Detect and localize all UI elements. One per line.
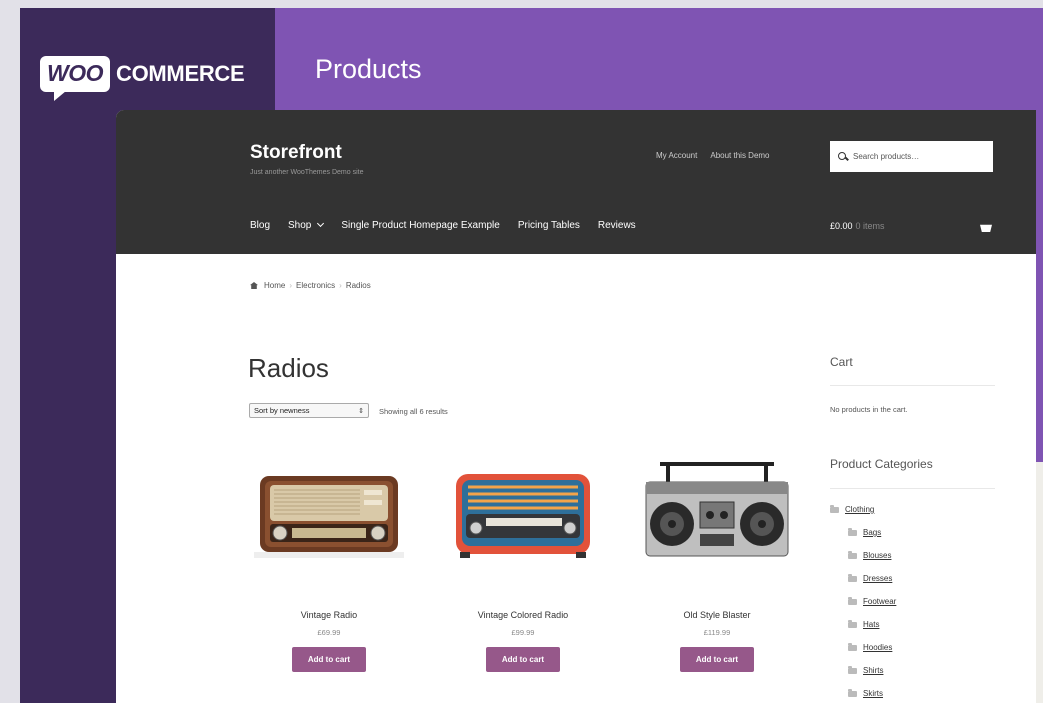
product-image-vintage-colored-radio[interactable] [442,452,604,582]
search-placeholder: Search products… [853,152,920,161]
product-card: Old Style Blaster £119.99 Add to cart [636,452,798,672]
cart-amount: £0.00 [830,221,853,231]
secondary-nav: My Account About this Demo [656,151,770,160]
category-label: Footwear [863,597,897,606]
folder-icon [848,688,857,697]
side-edge [1036,462,1043,703]
nav-my-account[interactable]: My Account [656,151,697,160]
storefront-window: Storefront Just another WooThemes Demo s… [116,110,1036,703]
product-price: £69.99 [317,628,341,637]
category-label: Hats [863,620,880,629]
product-card: Vintage Radio £69.99 Add to cart [248,452,410,672]
category-label: Blouses [863,551,892,560]
breadcrumb-radios: Radios [345,281,371,290]
category-label: Dresses [863,574,893,583]
categories-widget-title: Product Categories [830,457,933,471]
nav-single-product[interactable]: Single Product Homepage Example [341,220,499,231]
nav-shop-label: Shop [288,220,312,231]
category-label: Bags [863,528,882,537]
logo-commerce: COMMERCE [116,61,245,86]
sort-select[interactable]: Sort by newness ⇕ [249,403,369,418]
folder-icon [848,573,857,582]
logo-woo: WOO [40,56,110,101]
site-header: Storefront Just another WooThemes Demo s… [116,110,1036,254]
folder-icon [830,504,839,513]
category-label: Hoodies [863,643,893,652]
folder-icon [848,665,857,674]
cart-widget-title: Cart [830,355,853,369]
category-label: Skirts [863,689,883,698]
product-price: £119.99 [703,628,731,637]
page-title: Products [315,54,422,84]
folder-icon [848,550,857,559]
category-link-footwear[interactable]: Footwear [848,596,897,606]
cart-empty-message: No products in the cart. [830,405,908,414]
product-name[interactable]: Vintage Colored Radio [442,610,604,620]
category-link-hoodies[interactable]: Hoodies [848,642,893,652]
main-nav: Blog Shop Single Product Homepage Exampl… [250,219,636,231]
folder-icon [848,619,857,628]
add-to-cart-button[interactable]: Add to cart [292,647,366,672]
woocommerce-logo: WOO COMMERCE [40,54,250,101]
basket-icon[interactable] [980,224,992,232]
result-count: Showing all 6 results [379,407,448,416]
site-tagline: Just another WooThemes Demo site [250,169,364,176]
category-link-blouses[interactable]: Blouses [848,550,892,560]
divider [830,488,995,489]
search-input[interactable]: Search products… [830,141,993,172]
category-link-bags[interactable]: Bags [848,527,882,537]
category-label: Shirts [863,666,884,675]
product-name[interactable]: Vintage Radio [248,610,410,620]
category-heading: Radios [248,353,329,383]
folder-icon [848,642,857,651]
folder-icon [848,527,857,536]
add-to-cart-button[interactable]: Add to cart [680,647,754,672]
home-icon [250,282,258,289]
sort-selected: Sort by newness [254,406,310,415]
product-image-old-style-blaster[interactable] [636,452,798,582]
category-link-shirts[interactable]: Shirts [848,665,884,675]
breadcrumb: Home › Electronics › Radios [250,281,371,290]
product-price: £99.99 [511,628,535,637]
breadcrumb-separator: › [339,281,342,290]
site-title[interactable]: Storefront [250,142,342,164]
category-link-skirts[interactable]: Skirts [848,688,883,698]
nav-about-demo[interactable]: About this Demo [710,151,769,160]
folder-icon [848,596,857,605]
breadcrumb-home[interactable]: Home [264,281,285,290]
category-link-hats[interactable]: Hats [848,619,880,629]
cart-items: 0 items [855,221,885,231]
breadcrumb-electronics[interactable]: Electronics [296,281,335,290]
nav-reviews[interactable]: Reviews [598,220,636,231]
select-arrows-icon: ⇕ [358,407,364,415]
product-name[interactable]: Old Style Blaster [636,610,798,620]
nav-shop[interactable]: Shop [288,219,325,231]
nav-blog[interactable]: Blog [250,220,270,231]
category-link-dresses[interactable]: Dresses [848,573,893,583]
divider [830,385,995,386]
category-link-clothing[interactable]: Clothing [830,504,875,514]
product-image-vintage-radio[interactable] [248,452,410,582]
category-label: Clothing [845,505,875,514]
breadcrumb-separator: › [289,281,293,290]
search-icon [838,151,848,162]
nav-pricing-tables[interactable]: Pricing Tables [518,220,580,231]
add-to-cart-button[interactable]: Add to cart [486,647,560,672]
chevron-down-icon [317,219,325,228]
header-cart[interactable]: £0.00 0 items [830,221,885,231]
product-card: Vintage Colored Radio £99.99 Add to cart [442,452,604,672]
